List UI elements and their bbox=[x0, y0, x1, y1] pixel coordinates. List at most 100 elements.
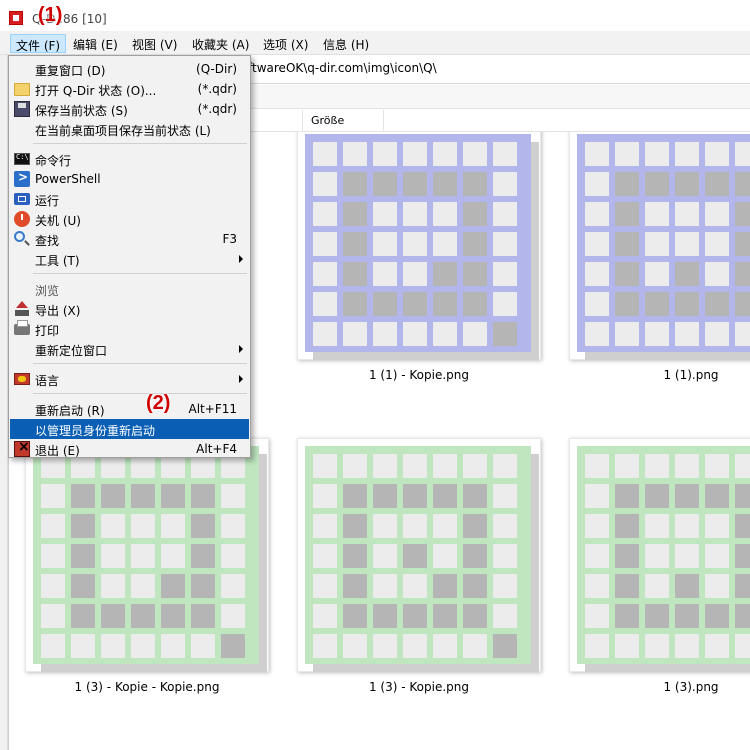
q-icon-cell bbox=[705, 604, 729, 628]
exit-icon bbox=[14, 439, 30, 457]
menu-item-label: 在当前桌面项目保存当前状态 (L) bbox=[35, 124, 211, 138]
menu-item-language[interactable]: 语言 bbox=[10, 369, 249, 389]
q-icon-cell bbox=[343, 172, 367, 196]
column-size-header[interactable]: Größe bbox=[302, 110, 384, 132]
q-icon-cell bbox=[343, 574, 367, 598]
q-icon-cell bbox=[493, 484, 517, 508]
q-icon-cell bbox=[645, 142, 669, 166]
q-icon-cell bbox=[585, 484, 609, 508]
menu-edit[interactable]: 编辑 (E) bbox=[68, 34, 123, 53]
menu-options[interactable]: 选项 (X) bbox=[258, 34, 313, 53]
menu-item-shortcut: (*.qdr) bbox=[197, 82, 237, 96]
q-icon-cell bbox=[645, 604, 669, 628]
q-icon-cell bbox=[41, 604, 65, 628]
q-icon-cell bbox=[463, 514, 487, 538]
q-icon-cell bbox=[675, 634, 699, 658]
q-icon-cell bbox=[221, 544, 245, 568]
menu-item-exit[interactable]: 退出 (E) Alt+F4 bbox=[10, 439, 249, 459]
q-icon-cell bbox=[313, 634, 337, 658]
menu-item-label: 以管理员身份重新启动 bbox=[35, 424, 156, 438]
menu-item-label: 重新定位窗口 bbox=[35, 344, 108, 358]
q-icon-cell bbox=[463, 574, 487, 598]
q-icon-cell bbox=[705, 262, 729, 286]
q-icon-cell bbox=[675, 262, 699, 286]
q-icon-image bbox=[305, 134, 531, 352]
menu-separator bbox=[33, 363, 247, 364]
q-icon-cell bbox=[373, 172, 397, 196]
q-icon-cell bbox=[71, 574, 95, 598]
q-icon-cell bbox=[343, 232, 367, 256]
file-menu-dropdown: 重复窗口 (D) (Q-Dir) 打开 Q-Dir 状态 (O)... (*.q… bbox=[8, 55, 251, 458]
q-icon-cell bbox=[161, 574, 185, 598]
menu-item-save-state[interactable]: 保存当前状态 (S) (*.qdr) bbox=[10, 99, 249, 119]
q-icon-cell bbox=[675, 574, 699, 598]
q-icon-cell bbox=[403, 604, 427, 628]
menu-item-label: 语言 bbox=[35, 374, 60, 388]
q-icon-cell bbox=[373, 484, 397, 508]
q-icon-cell bbox=[585, 142, 609, 166]
menu-view[interactable]: 视图 (V) bbox=[127, 34, 182, 53]
q-icon-cell bbox=[645, 544, 669, 568]
q-icon-cell bbox=[101, 514, 125, 538]
file-thumbnail bbox=[25, 438, 269, 672]
app-icon[interactable] bbox=[9, 11, 23, 25]
file-name: 1 (3).png bbox=[663, 680, 719, 694]
q-icon-cell bbox=[131, 514, 155, 538]
menu-item-shutdown[interactable]: 关机 (U) bbox=[10, 209, 249, 229]
menu-file[interactable]: 文件 (F) bbox=[10, 34, 67, 53]
q-icon-cell bbox=[645, 514, 669, 538]
menu-item-restart[interactable]: 重新启动 (R) Alt+F11 bbox=[10, 399, 249, 419]
q-icon-cell bbox=[373, 634, 397, 658]
q-icon-cell bbox=[735, 142, 750, 166]
q-icon-cell bbox=[373, 454, 397, 478]
q-icon-cell bbox=[41, 514, 65, 538]
q-icon-cell bbox=[221, 484, 245, 508]
menu-item-command-prompt[interactable]: 命令行 bbox=[10, 149, 249, 169]
menu-item-open-state[interactable]: 打开 Q-Dir 状态 (O)... (*.qdr) bbox=[10, 79, 249, 99]
q-icon-cell bbox=[463, 604, 487, 628]
run-icon bbox=[14, 193, 30, 205]
q-icon-cell bbox=[585, 604, 609, 628]
q-icon-cell bbox=[585, 514, 609, 538]
file-thumbnail bbox=[297, 438, 541, 672]
menu-item-powershell[interactable]: PowerShell bbox=[10, 169, 249, 189]
menu-item-save-desktop-state[interactable]: 在当前桌面项目保存当前状态 (L) bbox=[10, 119, 249, 139]
q-icon-cell bbox=[373, 574, 397, 598]
q-icon-cell bbox=[735, 322, 750, 346]
menu-item-run[interactable]: 运行 bbox=[10, 189, 249, 209]
q-icon-cell bbox=[675, 604, 699, 628]
menu-item-duplicate-window[interactable]: 重复窗口 (D) (Q-Dir) bbox=[10, 59, 249, 79]
menu-item-label: 重新启动 (R) bbox=[35, 404, 105, 418]
q-icon-cell bbox=[493, 574, 517, 598]
menu-info[interactable]: 信息 (H) bbox=[318, 34, 374, 53]
q-icon-cell bbox=[161, 514, 185, 538]
menu-item-find[interactable]: 查找 F3 bbox=[10, 229, 249, 249]
address-path[interactable]: ftwareOK\q-dir.com\img\icon\Q\ bbox=[248, 61, 437, 75]
file-name: 1 (1) - Kopie.png bbox=[368, 368, 469, 382]
menu-favorites[interactable]: 收藏夹 (A) bbox=[187, 34, 254, 53]
q-icon-cell bbox=[373, 322, 397, 346]
menu-item-export[interactable]: 导出 (X) bbox=[10, 299, 249, 319]
q-icon-cell bbox=[433, 604, 457, 628]
q-icon-cell bbox=[221, 634, 245, 658]
power-icon bbox=[14, 211, 30, 227]
q-icon-cell bbox=[675, 202, 699, 226]
q-icon-cell bbox=[705, 172, 729, 196]
q-icon-cell bbox=[313, 514, 337, 538]
menu-item-shortcut: F3 bbox=[222, 232, 237, 246]
q-icon-cell bbox=[191, 574, 215, 598]
menu-item-print[interactable]: 打印 bbox=[10, 319, 249, 339]
file-name: 1 (3) - Kopie - Kopie.png bbox=[74, 680, 220, 694]
q-icon-cell bbox=[675, 172, 699, 196]
menu-item-restart-as-admin[interactable]: 以管理员身份重新启动 bbox=[10, 419, 249, 439]
menu-item-reposition-window[interactable]: 重新定位窗口 bbox=[10, 339, 249, 359]
q-icon-cell bbox=[313, 232, 337, 256]
q-icon-cell bbox=[615, 574, 639, 598]
q-icon-cell bbox=[403, 484, 427, 508]
menu-item-tools[interactable]: 工具 (T) bbox=[10, 249, 249, 269]
powershell-icon bbox=[14, 170, 30, 187]
q-icon-cell bbox=[615, 202, 639, 226]
q-icon-cell bbox=[403, 322, 427, 346]
q-icon-cell bbox=[735, 172, 750, 196]
q-icon-cell bbox=[615, 172, 639, 196]
